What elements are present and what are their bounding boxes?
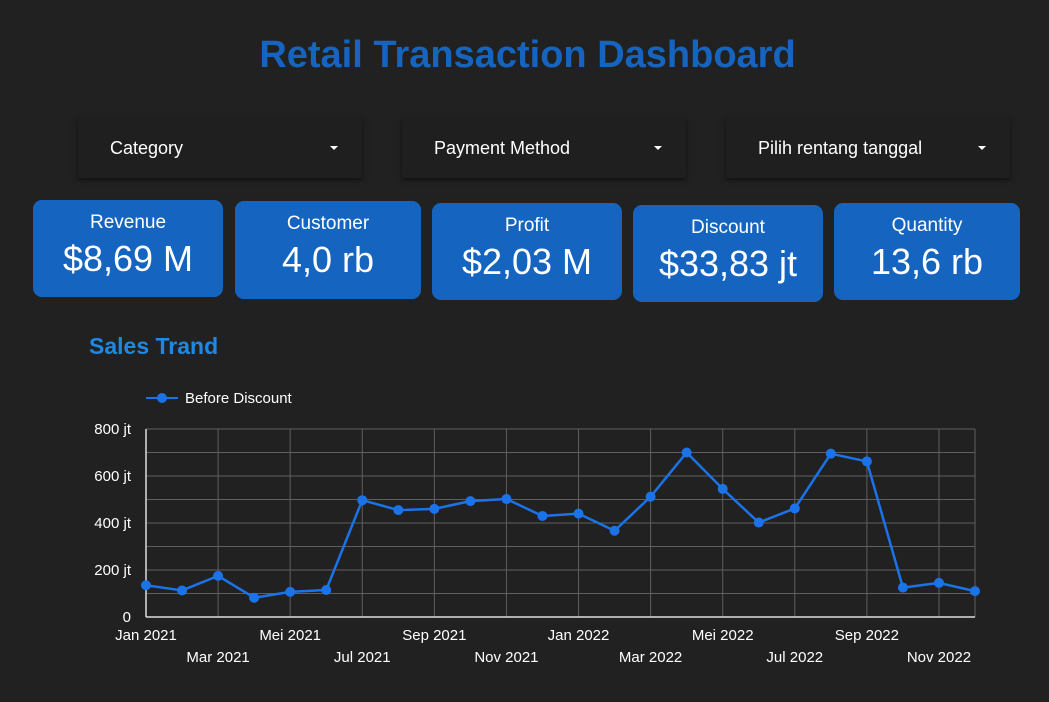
data-point xyxy=(825,448,836,459)
x-tick-label: Nov 2021 xyxy=(474,649,538,666)
y-tick-label: 200 jt xyxy=(94,562,132,579)
y-tick-label: 0 xyxy=(123,609,131,626)
x-tick-label: Jan 2021 xyxy=(115,627,177,644)
data-point xyxy=(393,505,404,516)
data-point xyxy=(681,447,692,458)
data-point xyxy=(465,496,476,507)
x-tick-label: Mar 2022 xyxy=(619,649,682,666)
data-point xyxy=(357,495,368,506)
x-tick-label: Mei 2021 xyxy=(259,627,321,644)
data-point xyxy=(177,585,188,596)
data-point xyxy=(933,577,944,588)
x-tick-label: Jul 2022 xyxy=(766,649,823,666)
data-point xyxy=(897,582,908,593)
x-tick-label: Sep 2021 xyxy=(402,627,466,644)
x-tick-label: Sep 2022 xyxy=(835,627,899,644)
x-tick-label: Mar 2021 xyxy=(186,649,249,666)
data-point xyxy=(141,580,151,591)
data-point xyxy=(789,503,800,514)
x-tick-label: Jan 2022 xyxy=(548,627,610,644)
data-point xyxy=(753,517,764,528)
y-tick-label: 800 jt xyxy=(94,421,132,438)
data-point xyxy=(321,584,332,595)
data-point xyxy=(501,494,512,505)
x-tick-label: Mei 2022 xyxy=(692,627,754,644)
data-point xyxy=(213,570,224,581)
data-point xyxy=(429,503,440,514)
x-tick-label: Nov 2022 xyxy=(907,649,971,666)
data-point xyxy=(573,508,584,519)
data-point xyxy=(717,483,728,494)
data-point xyxy=(970,586,980,597)
data-point xyxy=(249,592,260,603)
x-tick-label: Jul 2021 xyxy=(334,649,391,666)
y-tick-label: 600 jt xyxy=(94,468,132,485)
sales-trend-chart: 0 200 jt 400 jt 600 jt 800 jt Jan 2021 Mar 202… xyxy=(94,421,980,666)
data-point xyxy=(861,456,872,467)
y-tick-label: 400 jt xyxy=(94,515,132,532)
data-point xyxy=(609,525,620,536)
data-point xyxy=(537,510,548,521)
series-line-before-discount xyxy=(145,451,976,599)
data-point xyxy=(645,491,656,502)
data-point xyxy=(285,586,296,597)
